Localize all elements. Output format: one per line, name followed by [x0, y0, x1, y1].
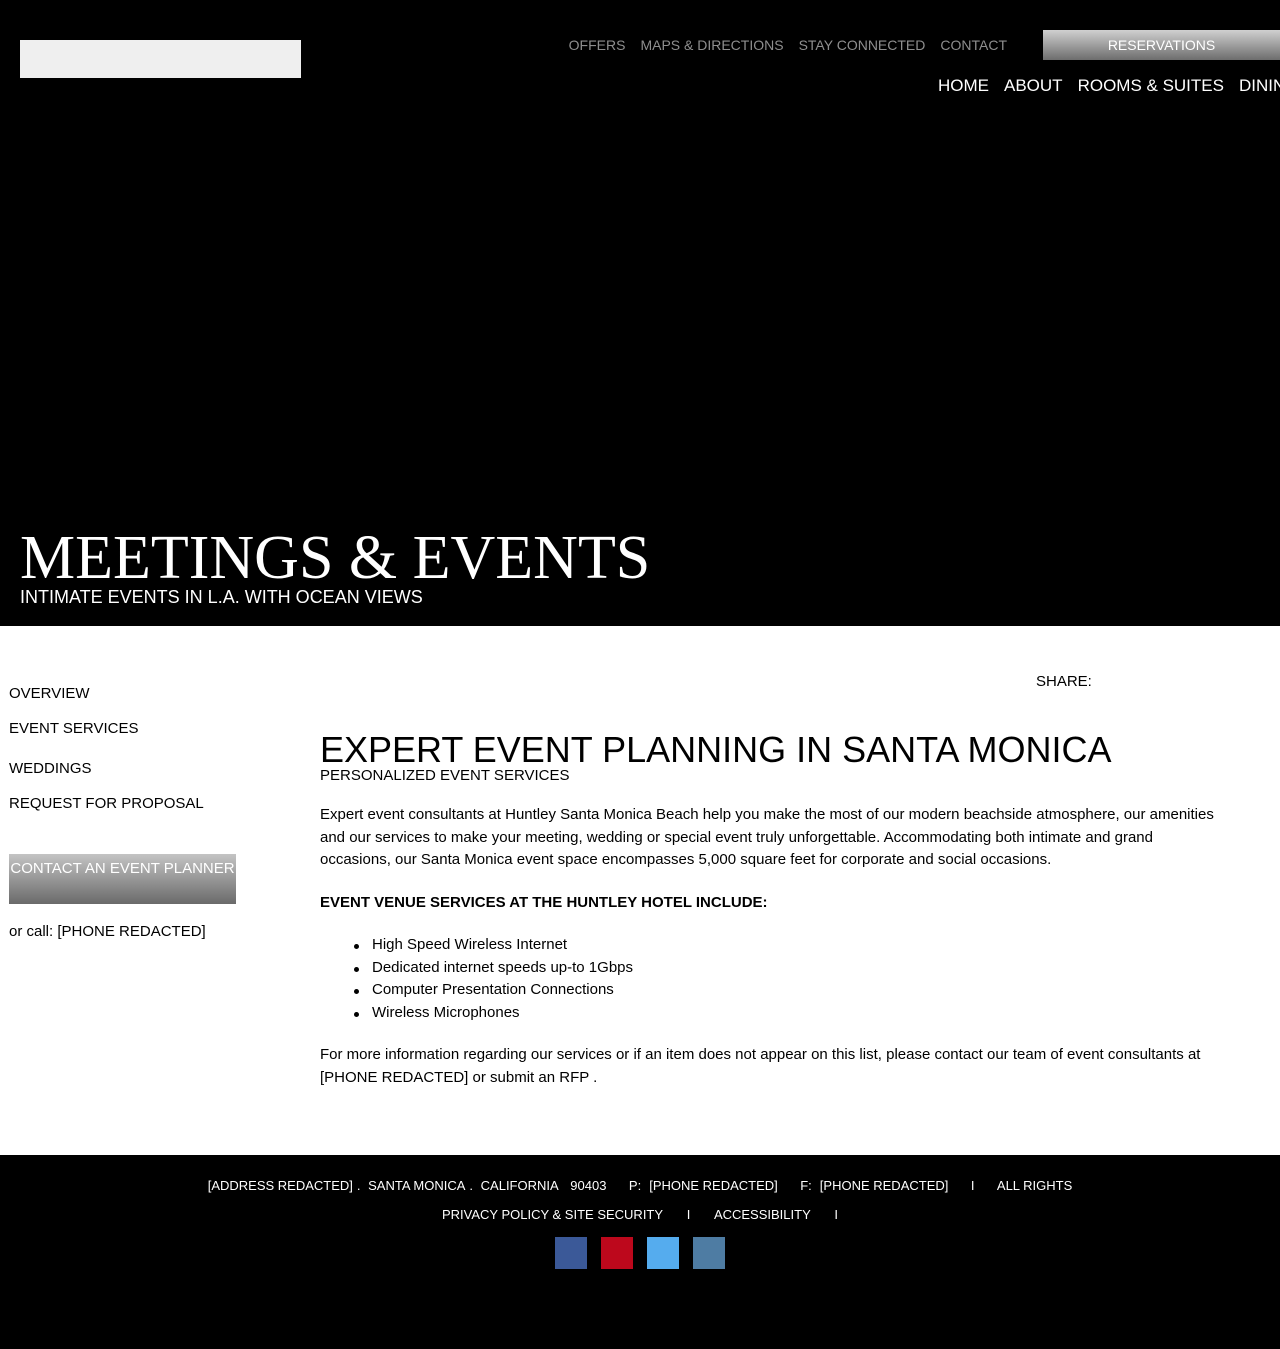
- nav-dining[interactable]: DINING: [1239, 76, 1280, 96]
- list-item: Computer Presentation Connections: [354, 979, 633, 1002]
- footer-contact-line: [ADDRESS REDACTED]. SANTA MONICA. CALIFO…: [207, 1179, 1073, 1193]
- list-item: Wireless Microphones: [354, 1002, 633, 1025]
- sidebar-item-event-services[interactable]: EVENT SERVICES: [9, 720, 139, 738]
- footer-fax-label: F:: [800, 1179, 812, 1193]
- footer-phone[interactable]: [PHONE REDACTED]: [649, 1179, 778, 1193]
- footer-state: CALIFORNIA: [480, 1179, 559, 1193]
- page-subheading: PERSONALIZED EVENT SERVICES: [320, 767, 570, 784]
- more-info-paragraph: For more information regarding our servi…: [320, 1044, 1220, 1089]
- call-phone-text: or call: [PHONE REDACTED]: [9, 923, 206, 940]
- more-info-end: .: [593, 1068, 598, 1086]
- footer-address: [ADDRESS REDACTED]: [207, 1179, 353, 1193]
- list-item: High Speed Wireless Internet: [354, 934, 633, 957]
- pinterest-icon[interactable]: [601, 1237, 633, 1269]
- nav-home[interactable]: HOME: [938, 76, 989, 96]
- footer-rights: ALL RIGHTS: [996, 1179, 1073, 1193]
- list-item: Dedicated internet speeds up-to 1Gbps: [354, 957, 633, 980]
- footer-city: SANTA MONICA: [368, 1179, 466, 1193]
- services-list: High Speed Wireless Internet Dedicated i…: [354, 934, 633, 1025]
- services-heading: EVENT VENUE SERVICES AT THE HUNTLEY HOTE…: [320, 894, 768, 911]
- share-label: SHARE:: [1036, 673, 1092, 690]
- reservations-button[interactable]: RESERVATIONS: [1043, 30, 1280, 60]
- sidebar-item-request-for-proposal[interactable]: REQUEST FOR PROPOSAL: [9, 795, 204, 813]
- utility-nav: OFFERS MAPS & DIRECTIONS STAY CONNECTED …: [554, 37, 1007, 53]
- sidebar-item-weddings[interactable]: WEDDINGS: [9, 760, 92, 778]
- sidebar-item-overview[interactable]: OVERVIEW: [9, 685, 90, 703]
- contact-event-planner-button[interactable]: CONTACT AN EVENT PLANNER: [9, 854, 236, 904]
- social-links: [555, 1237, 739, 1269]
- submit-rfp-link[interactable]: submit an RFP: [490, 1069, 589, 1086]
- footer-separator: I: [834, 1207, 838, 1222]
- twitter-icon[interactable]: [647, 1237, 679, 1269]
- page-heading: EXPERT EVENT PLANNING IN SANTA MONICA: [320, 729, 1112, 770]
- nav-rooms-suites[interactable]: ROOMS & SUITES: [1078, 76, 1224, 96]
- hero-banner: OFFERS MAPS & DIRECTIONS STAY CONNECTED …: [0, 0, 1280, 626]
- accessibility-link[interactable]: ACCESSIBILITY: [714, 1207, 811, 1222]
- footer-separator: I: [970, 1179, 975, 1193]
- nav-stay-connected[interactable]: STAY CONNECTED: [799, 37, 926, 53]
- nav-offers[interactable]: OFFERS: [569, 37, 626, 53]
- privacy-policy-link[interactable]: PRIVACY POLICY & SITE SECURITY: [442, 1207, 663, 1222]
- linkedin-icon[interactable]: [693, 1237, 725, 1269]
- footer-separator: I: [686, 1207, 691, 1222]
- more-info-text: For more information regarding our servi…: [320, 1046, 1201, 1086]
- site-footer: [ADDRESS REDACTED]. SANTA MONICA. CALIFO…: [0, 1155, 1280, 1349]
- content-area: OVERVIEW EVENT SERVICES WEDDINGS REQUEST…: [0, 626, 1280, 1155]
- footer-fax: [PHONE REDACTED]: [819, 1179, 949, 1193]
- main-nav: HOME ABOUT ROOMS & SUITES DINING: [938, 76, 1280, 96]
- nav-about[interactable]: ABOUT: [1004, 76, 1063, 96]
- nav-contact[interactable]: CONTACT: [940, 37, 1007, 53]
- hero-subtitle: INTIMATE EVENTS IN L.A. WITH OCEAN VIEWS: [20, 587, 423, 607]
- hero-title: MEETINGS & EVENTS: [20, 524, 651, 592]
- intro-paragraph: Expert event consultants at Huntley Sant…: [320, 806, 1214, 868]
- footer-zip: 90403: [570, 1179, 607, 1193]
- nav-maps-directions[interactable]: MAPS & DIRECTIONS: [640, 37, 783, 53]
- footer-phone-label: P:: [628, 1179, 642, 1193]
- facebook-icon[interactable]: [555, 1237, 587, 1269]
- hotel-logo[interactable]: [20, 40, 301, 78]
- footer-links: PRIVACY POLICY & SITE SECURITY I ACCESSI…: [0, 1208, 1280, 1222]
